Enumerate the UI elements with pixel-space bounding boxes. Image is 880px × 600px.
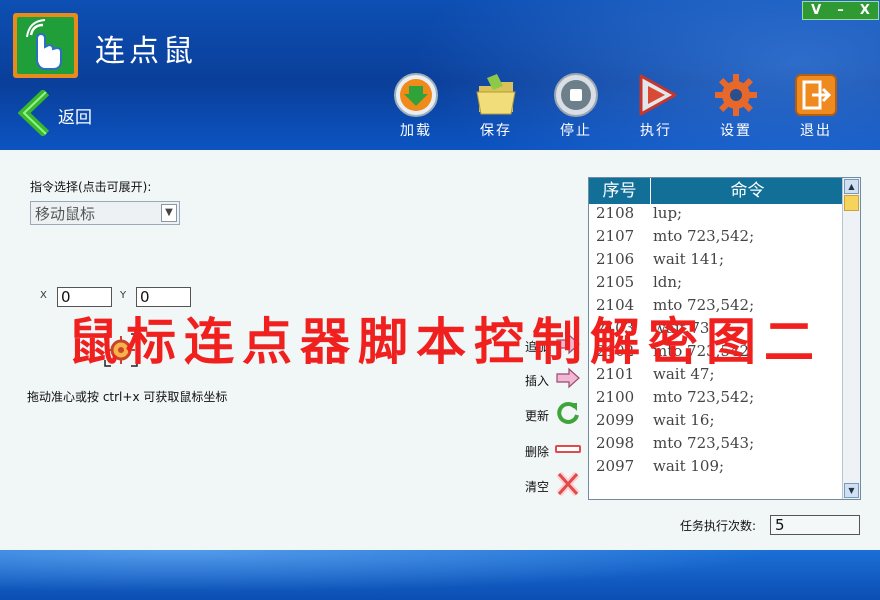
table-row[interactable]: 2098 mto 723,543;: [589, 434, 860, 457]
row-seq: 2106: [596, 250, 635, 268]
delete-minus-icon: [555, 438, 581, 464]
row-seq: 2105: [596, 273, 635, 291]
row-seq: 2107: [596, 227, 635, 245]
load-button[interactable]: 加载: [386, 72, 446, 140]
exit-icon: [793, 72, 839, 118]
clear-label: 清空: [525, 479, 550, 494]
load-label: 加载: [400, 123, 432, 139]
back-label: 返回: [58, 107, 92, 128]
row-command: ldn;: [653, 273, 683, 291]
play-icon: [633, 72, 679, 118]
scroll-down-icon[interactable]: ▼: [844, 483, 859, 498]
settings-button[interactable]: 设置: [706, 72, 766, 140]
app-title: 连点鼠: [95, 34, 197, 69]
row-seq: 2100: [596, 388, 635, 406]
delete-label: 删除: [525, 444, 550, 459]
back-chevron-icon: [17, 88, 52, 140]
table-row[interactable]: 2108 lup;: [589, 204, 860, 227]
load-icon: [393, 72, 439, 118]
table-row[interactable]: 2099 wait 16;: [589, 411, 860, 434]
command-select-label: 指令选择(点击可展开):: [30, 180, 152, 194]
repeat-count-input[interactable]: 5: [770, 515, 860, 535]
row-seq: 2097: [596, 457, 635, 475]
list-scrollbar[interactable]: ▲ ▼: [842, 178, 860, 499]
save-button[interactable]: 保存: [466, 72, 526, 140]
crosshair-hint: 拖动准心或按 ctrl+x 可获取鼠标坐标: [27, 390, 228, 404]
row-command: mto 723,543;: [653, 434, 755, 452]
table-row[interactable]: 2107 mto 723,542;: [589, 227, 860, 250]
seq-column-header[interactable]: 序号: [589, 178, 651, 204]
row-command: wait 141;: [653, 250, 725, 268]
command-select[interactable]: 移动鼠标 ▼: [30, 201, 180, 225]
clear-x-icon: [555, 471, 581, 500]
window-controls: V – X: [802, 1, 879, 20]
delete-button[interactable]: 删除: [525, 439, 581, 463]
exit-label: 退出: [800, 123, 832, 139]
table-row[interactable]: 2105 ldn;: [589, 273, 860, 296]
settings-label: 设置: [720, 123, 752, 139]
header-bar: 连点鼠 V – X 返回 加载 保存 停止 执行 设置 退出: [0, 0, 880, 150]
command-column-header[interactable]: 命令: [651, 178, 844, 204]
hand-click-icon: [17, 17, 74, 74]
update-button[interactable]: 更新: [525, 401, 581, 429]
insert-label: 插入: [525, 373, 550, 388]
stop-button[interactable]: 停止: [546, 72, 606, 140]
save-label: 保存: [480, 123, 512, 139]
save-folder-icon: [473, 72, 519, 118]
scroll-thumb[interactable]: [844, 195, 859, 211]
app-logo: [13, 13, 78, 78]
chevron-down-icon[interactable]: ▼: [161, 204, 177, 222]
scroll-up-icon[interactable]: ▲: [844, 179, 859, 194]
stop-icon: [553, 72, 599, 118]
row-seq: 2099: [596, 411, 635, 429]
row-command: mto 723,542;: [653, 227, 755, 245]
footer-bar: [0, 550, 880, 600]
command-select-value: 移动鼠标: [35, 205, 96, 223]
clear-button[interactable]: 清空: [525, 471, 581, 500]
gear-icon: [713, 72, 759, 118]
watermark-text: 鼠标连点器脚本控制解密图二: [68, 313, 822, 371]
window-v-button[interactable]: V: [811, 3, 821, 18]
minimize-button[interactable]: –: [837, 3, 844, 18]
row-command: wait 16;: [653, 411, 715, 429]
y-label: Y: [120, 290, 127, 301]
row-seq: 2108: [596, 204, 635, 222]
back-button[interactable]: 返回: [17, 88, 92, 140]
row-command: wait 109;: [653, 457, 725, 475]
table-row[interactable]: 2106 wait 141;: [589, 250, 860, 273]
row-command: mto 723,542;: [653, 388, 755, 406]
table-row[interactable]: 2097 wait 109;: [589, 457, 860, 480]
table-row[interactable]: 2100 mto 723,542;: [589, 388, 860, 411]
close-button[interactable]: X: [860, 3, 870, 18]
exit-button[interactable]: 退出: [786, 72, 846, 140]
x-label: X: [40, 290, 47, 301]
row-seq: 2098: [596, 434, 635, 452]
update-label: 更新: [525, 408, 550, 423]
refresh-icon: [555, 401, 581, 429]
run-button[interactable]: 执行: [626, 72, 686, 140]
run-label: 执行: [640, 123, 672, 139]
stop-label: 停止: [560, 123, 592, 139]
row-command: lup;: [653, 204, 683, 222]
command-list-header: 序号 命令: [589, 178, 860, 204]
repeat-count-label: 任务执行次数:: [680, 519, 757, 533]
